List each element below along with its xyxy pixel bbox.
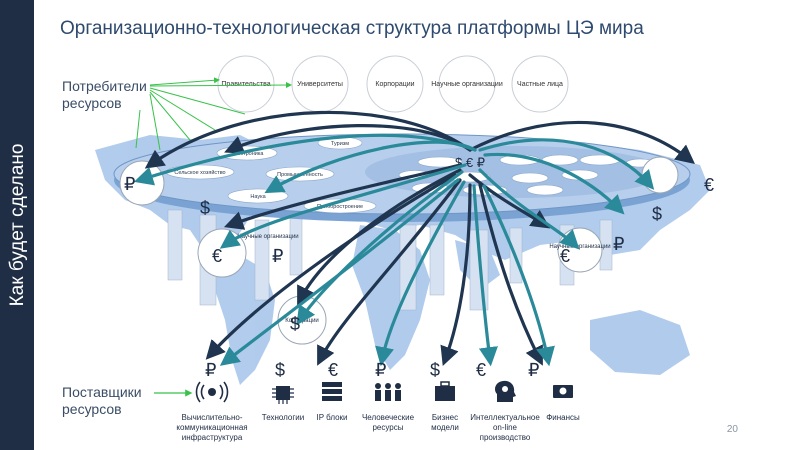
oval-label: Сельское хозяйство xyxy=(174,169,225,176)
money-icon xyxy=(553,385,573,398)
chip-icon xyxy=(272,386,294,404)
provider-label: IP блоки xyxy=(316,413,347,422)
consumer-label: Университеты xyxy=(297,81,343,88)
currency-symbol: € xyxy=(212,246,222,266)
consumer-label: Научные организации xyxy=(431,81,503,88)
oval-label: Туризм xyxy=(331,141,349,147)
oval-label: Наука xyxy=(250,194,266,200)
provider-currency: ₽ xyxy=(205,360,216,380)
providers-label: Поставщики ресурсов xyxy=(62,384,142,417)
currency-symbol: ₽ xyxy=(124,174,135,194)
provider-label: Бизнес модели xyxy=(431,413,459,432)
page-number: 20 xyxy=(726,424,738,435)
provider-currency: $ xyxy=(430,360,440,380)
consumers-label: Потребители ресурсов xyxy=(62,78,147,111)
currency-symbol: € xyxy=(704,175,714,195)
consumer-label: Корпорации xyxy=(375,81,414,88)
people-icon xyxy=(375,383,401,401)
consumer-label: Частные лица xyxy=(517,81,563,88)
consumers-row: Правительства Университеты Корпорации На… xyxy=(217,55,569,113)
briefcase-icon xyxy=(435,381,455,401)
provider-currency: € xyxy=(328,360,338,380)
provider-currency: ₽ xyxy=(528,360,539,380)
provider-label: Человеческие ресурсы xyxy=(362,413,415,432)
provider-label: Технологии xyxy=(262,413,304,422)
ai-head-icon xyxy=(495,380,516,402)
side-node-label: Научные организации xyxy=(549,244,610,250)
currency-symbol: $ xyxy=(200,198,210,218)
currency-symbol: $ xyxy=(652,204,662,224)
provider-label: Интеллектуальное on-line производство xyxy=(470,413,540,442)
currency-symbol: ₽ xyxy=(272,246,283,266)
consumer-label: Правительства xyxy=(221,81,270,88)
side-node-label: Научные организации xyxy=(237,234,298,240)
provider-label: Финансы xyxy=(546,413,580,422)
provider-currency: $ xyxy=(275,360,285,380)
provider-currency: € xyxy=(476,360,486,380)
provider-label: Вычислительно-коммуникационная инфраструк… xyxy=(176,413,247,442)
currency-symbol: € xyxy=(560,246,570,266)
currency-symbol: $ xyxy=(290,314,300,334)
provider-currency: ₽ xyxy=(375,360,386,380)
antenna-icon xyxy=(195,381,229,403)
server-icon xyxy=(322,382,342,401)
platform-diagram: Электроника Сельское хозяйство Промышлен… xyxy=(95,55,714,442)
